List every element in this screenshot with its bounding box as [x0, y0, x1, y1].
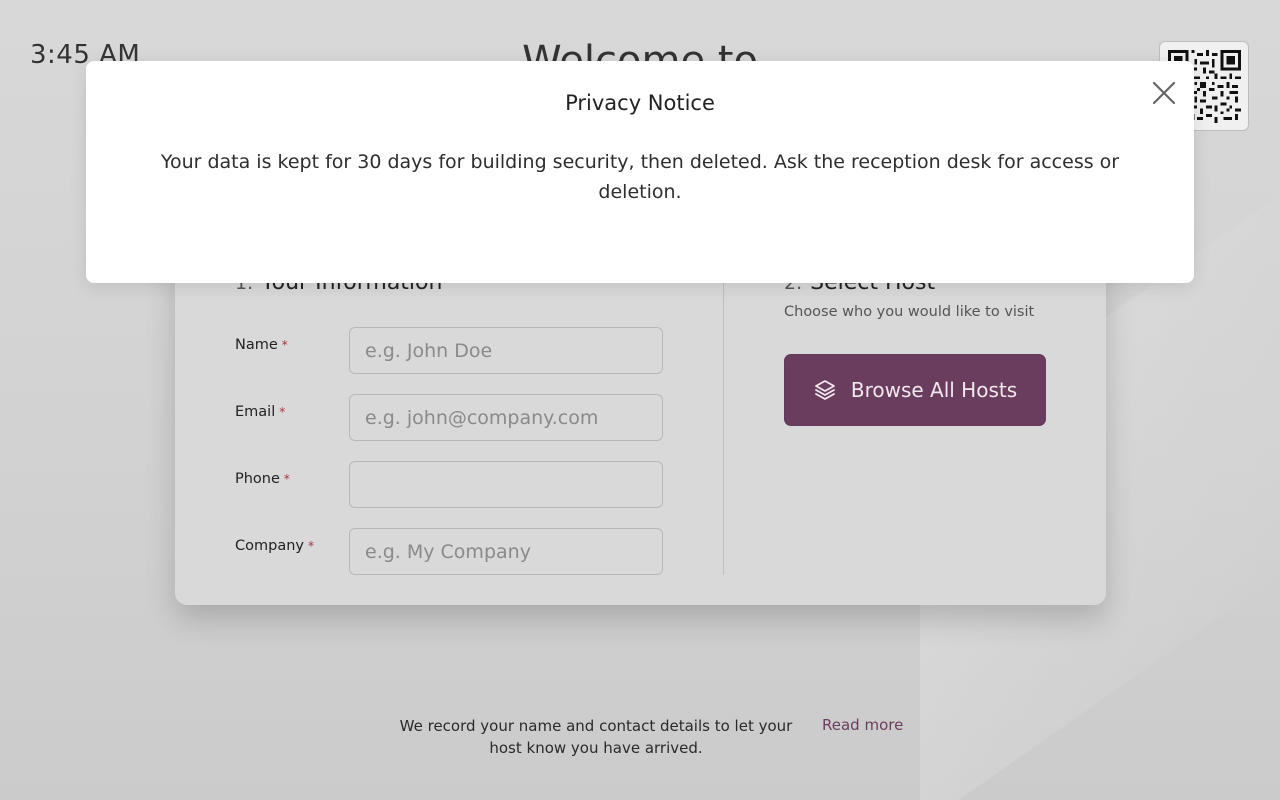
- company-label: Company *: [235, 538, 314, 554]
- phone-input[interactable]: [349, 461, 663, 508]
- email-label-text: Email: [235, 404, 276, 420]
- name-input[interactable]: [349, 327, 663, 374]
- browse-all-hosts-button[interactable]: Browse All Hosts: [784, 354, 1046, 426]
- modal-body: Your data is kept for 30 days for buildi…: [160, 151, 1120, 203]
- close-icon: [1148, 81, 1180, 112]
- modal-title: Privacy Notice: [565, 91, 715, 115]
- company-input[interactable]: [349, 528, 663, 575]
- section-subtitle: Choose who you would like to visit: [784, 304, 1035, 320]
- name-label-text: Name: [235, 337, 278, 353]
- phone-label-text: Phone: [235, 471, 280, 487]
- privacy-notice-modal: Privacy Notice Your data is kept for 30 …: [86, 61, 1194, 283]
- email-input[interactable]: [349, 394, 663, 441]
- check-in-card: 1.Your Information Name* Email* Phone* C…: [175, 240, 1106, 605]
- phone-label: Phone *: [235, 471, 290, 487]
- required-marker: *: [281, 338, 288, 352]
- section-divider: [723, 280, 724, 575]
- modal-close-button[interactable]: [1148, 77, 1180, 109]
- company-label-text: Company: [235, 538, 304, 554]
- privacy-footer-note: We record your name and contact details …: [399, 717, 793, 757]
- required-marker: *: [307, 539, 314, 553]
- required-marker: *: [279, 405, 286, 419]
- browse-all-hosts-label: Browse All Hosts: [850, 378, 1018, 402]
- read-more-link[interactable]: Read more: [822, 716, 903, 734]
- required-marker: *: [283, 472, 290, 486]
- email-label: Email *: [235, 404, 285, 420]
- layers-icon: [813, 378, 837, 402]
- name-label: Name *: [235, 337, 288, 353]
